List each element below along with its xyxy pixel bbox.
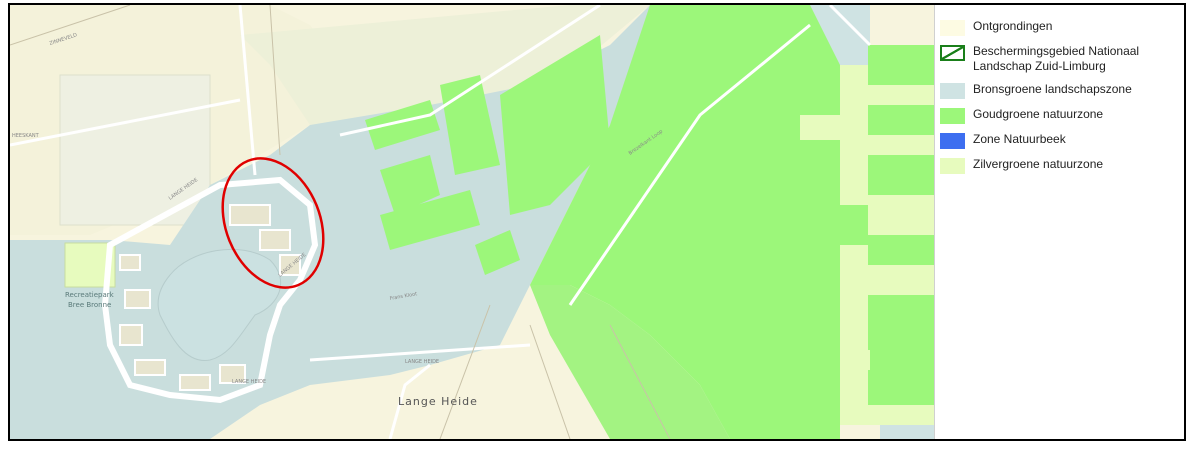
park-label-line1: Recreatiepark (65, 291, 115, 299)
legend-label: Zone Natuurbeek (973, 132, 1066, 146)
legend-label: Goudgroene natuurzone (973, 107, 1104, 121)
road-label-lange-heide-1: LANGE HEIDE (405, 359, 439, 365)
road-label-heeskant: HEESKANT (12, 133, 40, 139)
map-legend: Ontgrondingen Beschermingsgebied Nationa… (940, 19, 1180, 182)
swatch-natuurbeek (940, 133, 965, 149)
legend-label: Ontgrondingen (973, 19, 1053, 33)
legend-item-zilvergroen: Zilvergroene natuurzone (940, 157, 1180, 174)
goudgroen-block-r4 (868, 235, 934, 265)
zilvergroen-block-2 (800, 115, 840, 140)
goudgroen-block-r3 (868, 155, 934, 195)
legend-item-natuurbeek: Zone Natuurbeek (940, 132, 1180, 149)
swatch-beschermingsgebied-hatched (940, 45, 965, 61)
panel-divider (934, 5, 935, 439)
goudgroen-block-r1 (868, 45, 934, 85)
map-viewer-frame: Lange Heide Recreatiepark Bree Bronne ZI… (8, 3, 1186, 441)
legend-label: Bronsgroene landschapszone (973, 82, 1132, 96)
road-label-lange-heide-2: LANGE HEIDE (232, 379, 266, 385)
legend-label: Beschermingsgebied Nationaal Landschap Z… (973, 44, 1140, 73)
swatch-goudgroen (940, 108, 965, 124)
park-label-line2: Bree Bronne (68, 301, 111, 309)
legend-label: Zilvergroene natuurzone (973, 157, 1104, 171)
swatch-zilvergroen (940, 158, 965, 174)
legend-item-beschermingsgebied: Beschermingsgebied Nationaal Landschap Z… (940, 44, 1180, 74)
swatch-ontgrondingen (940, 20, 965, 36)
goudgroen-block-r6 (840, 205, 868, 245)
legend-item-goudgroen: Goudgroene natuurzone (940, 107, 1180, 124)
goudgroen-block-r5 (868, 295, 934, 405)
place-label-lange-heide: Lange Heide (398, 395, 478, 408)
legend-item-bronsgroen: Bronsgroene landschapszone (940, 82, 1180, 99)
zilvergroen-block-3 (840, 350, 870, 370)
swatch-bronsgroen (940, 83, 965, 99)
map-canvas[interactable]: Lange Heide Recreatiepark Bree Bronne ZI… (10, 5, 934, 439)
legend-item-ontgrondingen: Ontgrondingen (940, 19, 1180, 36)
goudgroen-block-r2 (868, 105, 934, 135)
